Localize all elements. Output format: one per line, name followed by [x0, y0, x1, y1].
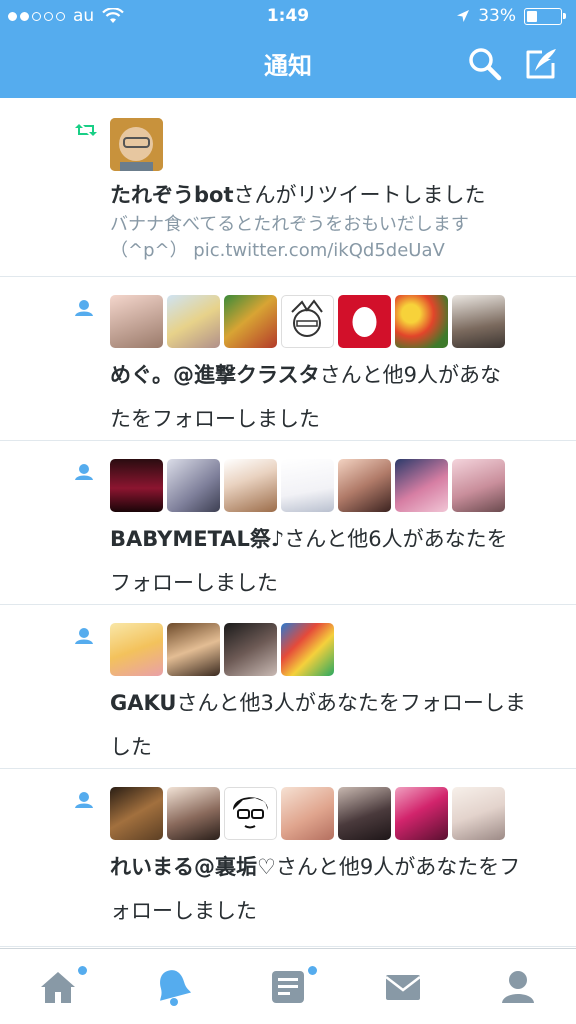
- avatar[interactable]: [110, 295, 163, 348]
- action-text: フォローしました: [110, 571, 278, 595]
- avatar[interactable]: [110, 118, 163, 171]
- avatar[interactable]: [338, 787, 391, 840]
- avatar-group: [110, 295, 505, 348]
- notification-text: めぐ。@進撃クラスタさんと他9人があな たをフォローしました: [110, 353, 552, 441]
- avatar[interactable]: [452, 295, 505, 348]
- tweet-text-line: バナナ食べてるとたれぞうをおもいだします: [110, 214, 469, 235]
- battery-fill: [527, 10, 537, 22]
- notification-text: れいまる@裏垢♡さんと他9人があなたをフ ォローしました: [110, 845, 552, 933]
- search-icon[interactable]: [468, 47, 502, 81]
- action-text: した: [110, 735, 152, 759]
- avatar[interactable]: [167, 295, 220, 348]
- avatar-group: [110, 787, 505, 840]
- tab-bar: [0, 948, 576, 1024]
- avatar-group: [110, 459, 505, 512]
- notification-row[interactable]: たれぞうbotさんがリツイートしました バナナ食べてるとたれぞうをおもいだします…: [0, 98, 576, 277]
- user-name[interactable]: めぐ。@進撃クラスタ: [110, 363, 320, 387]
- user-name[interactable]: GAKU: [110, 691, 176, 715]
- notification-row[interactable]: めぐ。@進撃クラスタさんと他9人があな たをフォローしました: [0, 277, 576, 441]
- avatar[interactable]: [281, 623, 334, 676]
- person-icon: [75, 792, 93, 808]
- person-icon: [75, 464, 93, 480]
- notification-list: たれぞうbotさんがリツイートしました バナナ食べてるとたれぞうをおもいだします…: [0, 98, 576, 947]
- notification-text: BABYMETAL祭♪さんと他6人があなたを フォローしました: [110, 517, 552, 605]
- action-text: たをフォローしました: [110, 407, 320, 431]
- status-bar: au 1:49 33%: [0, 0, 576, 34]
- notification-text: GAKUさんと他3人があなたをフォローしま した: [110, 681, 552, 769]
- avatar[interactable]: [167, 459, 220, 512]
- notification-row[interactable]: GAKUさんと他3人があなたをフォローしま した: [0, 605, 576, 769]
- notification-row[interactable]: れいまる@裏垢♡さんと他9人があなたをフ ォローしました: [0, 769, 576, 947]
- avatar[interactable]: [281, 295, 334, 348]
- home-badge: [78, 966, 87, 975]
- avatar[interactable]: [338, 295, 391, 348]
- notification-text: たれぞうbotさんがリツイートしました: [110, 173, 552, 217]
- home-icon[interactable]: [38, 967, 78, 1007]
- battery-icon: [524, 7, 566, 25]
- action-text: さんと他9人があなたをフ: [275, 855, 521, 879]
- avatar[interactable]: [281, 787, 334, 840]
- action-text: さんがリツイートしました: [233, 183, 486, 207]
- moments-icon[interactable]: [268, 967, 308, 1007]
- retweet-icon: [75, 124, 97, 136]
- avatar[interactable]: [110, 623, 163, 676]
- status-right: 33%: [456, 6, 566, 26]
- person-icon: [75, 300, 93, 316]
- avatar[interactable]: [395, 787, 448, 840]
- avatar[interactable]: [224, 787, 277, 840]
- profile-icon[interactable]: [498, 967, 538, 1007]
- user-name[interactable]: BABYMETAL祭♪: [110, 527, 284, 551]
- avatar[interactable]: [281, 459, 334, 512]
- avatar[interactable]: [338, 459, 391, 512]
- app-header: au 1:49 33% 通知: [0, 0, 576, 98]
- action-text: さんと他6人があなたを: [284, 527, 508, 551]
- avatar[interactable]: [167, 623, 220, 676]
- user-name[interactable]: たれぞうbot: [110, 183, 234, 207]
- avatar[interactable]: [452, 787, 505, 840]
- avatar-group: [110, 623, 334, 676]
- battery-percent: 33%: [478, 6, 516, 26]
- compose-icon[interactable]: [524, 47, 558, 81]
- avatar[interactable]: [110, 787, 163, 840]
- avatar[interactable]: [110, 459, 163, 512]
- messages-icon[interactable]: [383, 967, 423, 1007]
- avatar[interactable]: [224, 459, 277, 512]
- avatar[interactable]: [224, 295, 277, 348]
- avatar[interactable]: [452, 459, 505, 512]
- user-name[interactable]: れいまる@裏垢♡: [110, 855, 276, 879]
- action-text: ォローしました: [110, 899, 257, 923]
- avatar-group: [110, 118, 163, 171]
- action-text: さんと他9人があな: [319, 363, 501, 387]
- action-text: さんと他3人があなたをフォローしま: [176, 691, 526, 715]
- avatar[interactable]: [224, 623, 277, 676]
- tweet-preview[interactable]: バナナ食べてるとたれぞうをおもいだします （^p^） pic.twitter.c…: [110, 212, 536, 264]
- avatar[interactable]: [167, 787, 220, 840]
- avatar[interactable]: [395, 459, 448, 512]
- notification-row[interactable]: BABYMETAL祭♪さんと他6人があなたを フォローしました: [0, 441, 576, 605]
- tweet-text-line: （^p^） pic.twitter.com/ikQd5deUaV: [110, 240, 445, 261]
- moments-badge: [308, 966, 317, 975]
- person-icon: [75, 628, 93, 644]
- avatar[interactable]: [395, 295, 448, 348]
- location-arrow-icon: [457, 10, 470, 22]
- bell-icon[interactable]: [153, 967, 193, 1007]
